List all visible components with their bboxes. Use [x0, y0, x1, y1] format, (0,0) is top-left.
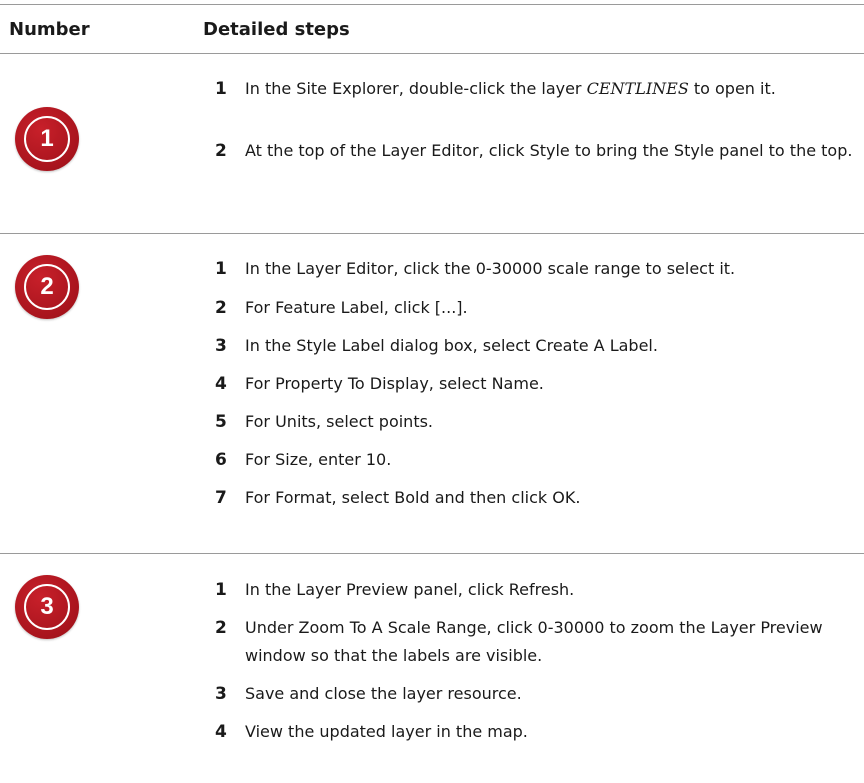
step-number: 2	[215, 618, 227, 638]
step-text-part: In the Site Explorer, double-click the l…	[245, 79, 587, 98]
step-text: At the top of the Layer Editor, click St…	[245, 141, 853, 160]
step-number: 4	[215, 722, 227, 742]
step-text: Under Zoom To A Scale Range, click 0-300…	[245, 618, 823, 665]
section-rule-2	[0, 553, 864, 554]
step-text: For Feature Label, click [...].	[245, 298, 468, 317]
badge-number: 2	[40, 273, 54, 300]
step-text: View the updated layer in the map.	[245, 722, 528, 741]
step-text: For Units, select points.	[245, 412, 434, 431]
step-text: For Format, select Bold and then click O…	[245, 488, 581, 507]
step-number: 2	[215, 298, 227, 318]
header-number: Number	[9, 19, 90, 40]
step-number: 3	[215, 336, 227, 356]
step-number: 2	[215, 141, 227, 161]
step-number: 1	[215, 259, 227, 279]
step-text: In the Site Explorer, double-click the l…	[245, 75, 860, 103]
step-number: 6	[215, 450, 227, 470]
badge-number: 3	[40, 593, 54, 620]
badge-number: 1	[40, 125, 54, 152]
table-top-rule	[0, 4, 864, 5]
step-number: 1	[215, 580, 227, 600]
step-text: For Size, enter 10.	[245, 450, 392, 469]
step-text: For Property To Display, select Name.	[245, 374, 544, 393]
layer-name: CENTLINES	[586, 79, 689, 98]
header-rule	[0, 53, 864, 54]
step-number: 5	[215, 412, 227, 432]
step-text: In the Layer Editor, click the 0-30000 s…	[245, 259, 736, 278]
number-badge-1: 1	[15, 107, 79, 171]
step-number: 1	[215, 79, 227, 99]
section-rule-1	[0, 233, 864, 234]
step-number: 7	[215, 488, 227, 508]
step-number: 4	[215, 374, 227, 394]
step-text: In the Style Label dialog box, select Cr…	[245, 336, 658, 355]
number-badge-2: 2	[15, 255, 79, 319]
step-text: In the Layer Preview panel, click Refres…	[245, 580, 575, 599]
number-badge-3: 3	[15, 575, 79, 639]
step-text: Save and close the layer resource.	[245, 684, 522, 703]
step-number: 3	[215, 684, 227, 704]
step-text-part: to open it.	[688, 79, 776, 98]
header-detailed-steps: Detailed steps	[203, 19, 350, 40]
